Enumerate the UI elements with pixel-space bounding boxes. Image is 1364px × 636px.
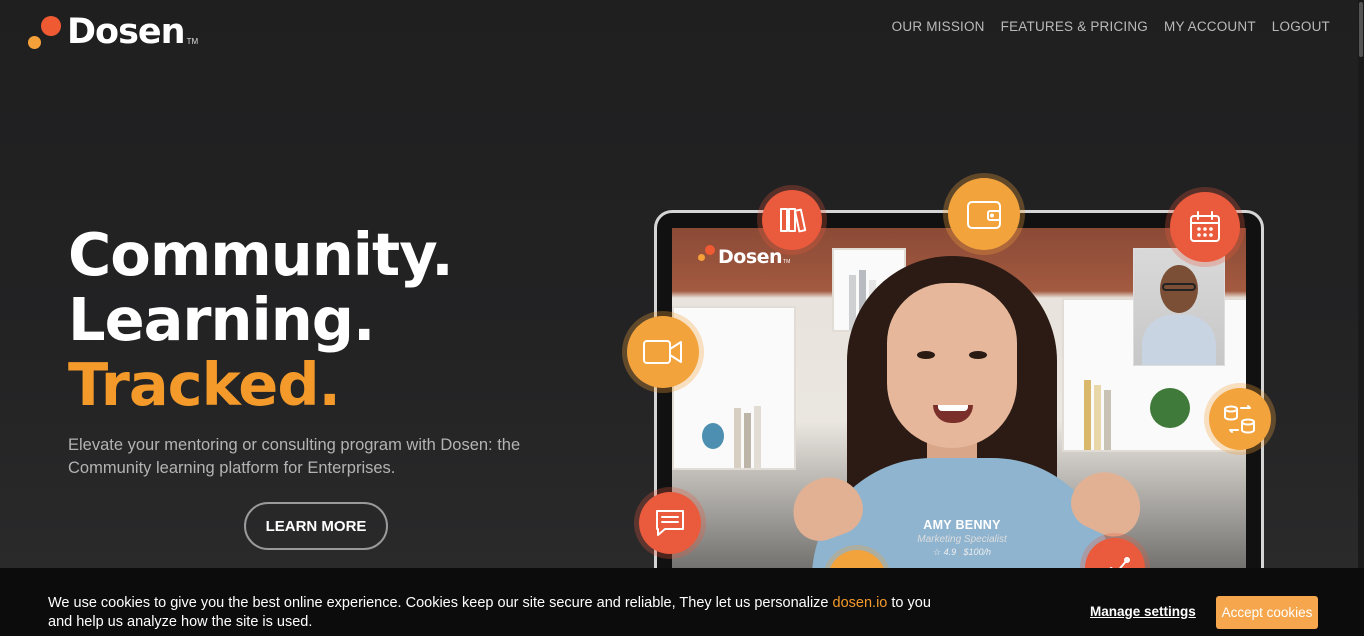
nav-logout[interactable]: LOGOUT: [1272, 19, 1330, 34]
top-navigation: OUR MISSION FEATURES & PRICING MY ACCOUN…: [892, 19, 1330, 34]
wallet-icon: [948, 178, 1020, 250]
dosen-logo[interactable]: Dosen TM: [27, 10, 198, 50]
logo-wordmark: Dosen: [67, 12, 186, 52]
calendar-icon: [1170, 192, 1240, 262]
video-overlay-logo: Dosen TM: [698, 245, 791, 268]
speaker-meta: ☆ 4.9 | $100/h: [932, 547, 991, 557]
cookie-consent-bar: We use cookies to give you the best onli…: [0, 568, 1364, 636]
speaker-name: AMY BENNY: [923, 518, 1001, 532]
video-camera-icon: [627, 316, 699, 388]
chat-icon: [639, 492, 701, 554]
headline-line-1: Community.: [68, 220, 454, 289]
vase: [702, 423, 724, 449]
speaker-role: Marketing Specialist: [917, 534, 1007, 545]
video-logo-trademark: TM: [783, 259, 791, 265]
video-logo-wordmark: Dosen: [718, 246, 783, 268]
accept-cookies-button[interactable]: Accept cookies: [1216, 596, 1318, 629]
hero-subtitle: Elevate your mentoring or consulting pro…: [68, 436, 521, 477]
headline-line-2: Learning.: [68, 285, 375, 354]
cookie-text-part-1: We use cookies to give you the best onli…: [48, 595, 833, 611]
participant-video-thumbnail[interactable]: [1133, 248, 1225, 366]
star-icon: ☆: [932, 547, 942, 557]
cookie-site-link[interactable]: dosen.io: [833, 595, 888, 611]
books-icon: [762, 190, 822, 250]
person-face: [887, 283, 1017, 448]
nav-features-pricing[interactable]: FEATURES & PRICING: [1001, 19, 1148, 34]
scrollbar-thumb[interactable]: [1359, 2, 1363, 57]
headline-line-3: Tracked.: [68, 350, 341, 419]
video-call-screen: Dosen TM AMY BENNY Marketing Specialist …: [672, 228, 1246, 578]
logo-mark-icon: [27, 14, 65, 50]
manage-settings-link[interactable]: Manage settings: [1090, 604, 1196, 619]
cookie-message: We use cookies to give you the best onli…: [48, 594, 948, 632]
plant: [1150, 388, 1190, 428]
nav-our-mission[interactable]: OUR MISSION: [892, 19, 985, 34]
speaker-name-card: AMY BENNY Marketing Specialist ☆ 4.9 | $…: [892, 518, 1032, 558]
page-scrollbar[interactable]: [1358, 0, 1364, 636]
logo-trademark: TM: [186, 37, 199, 46]
speaker-rate: $100/h: [963, 547, 991, 557]
coins-exchange-icon: [1209, 388, 1271, 450]
hero-headline: Community. Learning. Tracked.: [68, 220, 454, 419]
speaker-rating: 4.9: [943, 547, 957, 557]
learn-more-button[interactable]: LEARN MORE: [244, 502, 388, 550]
nav-my-account[interactable]: MY ACCOUNT: [1164, 19, 1256, 34]
